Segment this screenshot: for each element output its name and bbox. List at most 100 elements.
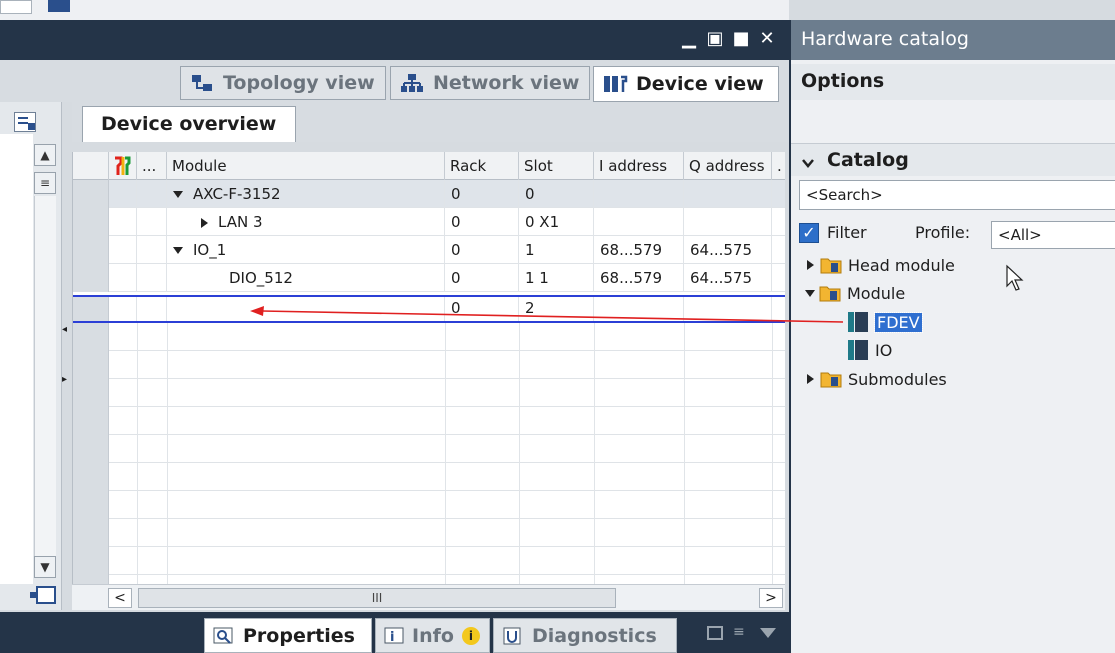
filter-checkbox[interactable]: ✓ xyxy=(799,223,819,243)
header-i-address[interactable]: I address xyxy=(594,152,684,180)
minimize-icon[interactable]: ▁ xyxy=(678,28,700,50)
collapse-icon[interactable] xyxy=(173,247,183,254)
expand-icon[interactable] xyxy=(807,260,814,270)
table-row-drop-target[interactable]: 0 2 xyxy=(73,295,785,323)
collapse-icon[interactable] xyxy=(805,289,815,297)
module-name: IO_1 xyxy=(193,241,227,259)
table-row-empty[interactable] xyxy=(73,575,785,584)
table-row[interactable]: IO_1 0 1 68...579 64...575 xyxy=(73,236,785,264)
module-name: LAN 3 xyxy=(218,213,263,231)
overview-toggle-icon[interactable] xyxy=(14,112,36,132)
tree-label: Module xyxy=(847,283,906,303)
catalog-title: Hardware catalog xyxy=(791,20,1115,60)
table-row-empty[interactable] xyxy=(73,351,785,379)
header-q-address[interactable]: Q address xyxy=(684,152,772,180)
topology-icon xyxy=(189,72,215,94)
tab-diagnostics-label: Diagnostics xyxy=(532,624,657,647)
diagnostics-icon xyxy=(502,626,524,646)
table-row-empty[interactable] xyxy=(73,379,785,407)
tab-device-label: Device view xyxy=(636,73,764,95)
table-row[interactable]: AXC-F-3152 0 0 xyxy=(73,180,785,208)
close-icon[interactable]: ✕ xyxy=(756,28,778,50)
device-overview-table: ... Module Rack Slot I address Q address… xyxy=(72,152,785,584)
float-window-icon[interactable] xyxy=(707,626,723,640)
top-toolbar-strip xyxy=(0,0,789,20)
tab-properties[interactable]: Properties xyxy=(204,618,372,653)
table-row-empty[interactable] xyxy=(73,547,785,575)
tree-label: Submodules xyxy=(848,369,947,389)
tab-properties-label: Properties xyxy=(243,624,355,647)
header-more[interactable]: ... xyxy=(137,152,167,180)
profile-label: Profile: xyxy=(915,223,971,242)
svg-text:i: i xyxy=(390,630,394,645)
editor-titlebar: ▁ ▣ ■ ✕ xyxy=(0,20,789,60)
header-module[interactable]: Module xyxy=(167,152,445,180)
table-row-empty[interactable] xyxy=(73,407,785,435)
tab-diagnostics[interactable]: Diagnostics xyxy=(493,618,677,653)
module-name: AXC-F-3152 xyxy=(193,185,281,203)
catalog-section-label: Catalog xyxy=(827,149,909,171)
properties-icon xyxy=(213,626,235,646)
table-row-empty[interactable] xyxy=(73,323,785,351)
tree-item-module[interactable]: Module xyxy=(805,280,905,306)
navigate-icon[interactable] xyxy=(30,586,56,604)
table-row[interactable]: LAN 3 0 0 X1 xyxy=(73,208,785,236)
toolbar-button[interactable] xyxy=(0,0,32,14)
collapse-icon[interactable] xyxy=(173,191,183,198)
module-name: DIO_512 xyxy=(229,269,293,287)
tree-item-head-module[interactable]: Head module xyxy=(807,252,955,278)
table-row-empty[interactable] xyxy=(73,519,785,547)
catalog-search-input[interactable]: <Search> xyxy=(799,180,1115,210)
scroll-grip[interactable]: ≡ xyxy=(34,172,56,194)
horizontal-scrollbar[interactable]: < III > xyxy=(72,584,785,610)
tree-item-fdev[interactable]: FDEV xyxy=(847,309,923,335)
header-slot[interactable]: Slot xyxy=(519,152,594,180)
catalog-section-header[interactable]: Catalog xyxy=(791,144,1115,176)
filter-label: Filter xyxy=(827,223,867,242)
module-icon xyxy=(847,311,869,333)
scroll-up-button[interactable]: ▲ xyxy=(34,144,56,166)
scroll-left-button[interactable]: < xyxy=(108,588,132,608)
splitter-arrow-left-icon[interactable]: ◂ xyxy=(62,324,70,338)
table-row-empty[interactable] xyxy=(73,463,785,491)
options-section-header[interactable]: Options xyxy=(791,64,1115,100)
tree-item-submodules[interactable]: Submodules xyxy=(807,366,947,392)
info-tab-icon: i xyxy=(384,626,406,646)
chevron-down-icon[interactable] xyxy=(801,153,815,168)
filter-row: ✓ Filter Profile: <All> xyxy=(799,220,1115,249)
table-row-empty[interactable] xyxy=(73,491,785,519)
collapse-panel-icon[interactable] xyxy=(760,628,776,638)
list-view-icon[interactable]: ≡ xyxy=(733,625,749,640)
tab-network-view[interactable]: Network view xyxy=(390,66,590,100)
expand-icon[interactable] xyxy=(807,374,814,384)
header-rack[interactable]: Rack xyxy=(445,152,519,180)
maximize-icon[interactable]: ■ xyxy=(730,28,752,50)
expand-icon[interactable] xyxy=(201,217,208,228)
network-icon[interactable] xyxy=(48,0,70,12)
splitter-arrow-right-icon[interactable]: ▸ xyxy=(62,374,70,388)
table-row[interactable]: DIO_512 0 1 1 68...579 64...575 xyxy=(73,264,785,292)
header-tools[interactable] xyxy=(109,152,137,180)
vertical-scrollbar-track[interactable] xyxy=(34,196,56,556)
restore-icon[interactable]: ▣ xyxy=(704,28,726,50)
tab-device-overview[interactable]: Device overview xyxy=(82,106,296,142)
overview-tabbar: Device overview xyxy=(72,102,789,142)
table-row-empty[interactable] xyxy=(73,435,785,463)
scroll-down-button[interactable]: ▼ xyxy=(34,556,56,578)
folder-icon xyxy=(820,370,842,388)
tab-info[interactable]: i Info i xyxy=(375,618,490,653)
tab-info-label: Info xyxy=(412,624,454,647)
tab-topology-view[interactable]: Topology view xyxy=(180,66,386,100)
device-view-icon xyxy=(602,73,628,95)
view-tabs: Topology view Network view Device view xyxy=(0,60,789,102)
tab-device-view[interactable]: Device view xyxy=(593,66,779,102)
tab-network-label: Network view xyxy=(433,72,580,94)
graphic-view-strip: ▲ ≡ ▼ ◂ ▸ xyxy=(0,102,67,610)
mouse-cursor-icon xyxy=(1005,264,1025,292)
tree-item-io[interactable]: IO xyxy=(847,337,892,363)
tree-label: Head module xyxy=(848,255,955,275)
scroll-right-button[interactable]: > xyxy=(759,588,783,608)
profile-select[interactable]: <All> xyxy=(991,221,1115,249)
horizontal-scroll-thumb[interactable]: III xyxy=(138,588,616,608)
tab-topology-label: Topology view xyxy=(223,72,375,94)
